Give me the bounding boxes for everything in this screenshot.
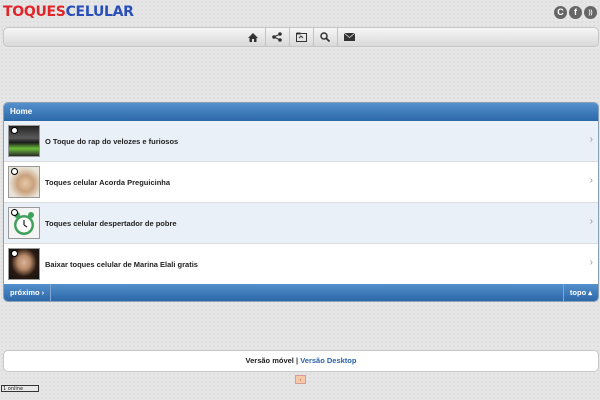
list-item[interactable]: Baixar toques celular de Marina Elali gr…	[4, 244, 598, 285]
home-button[interactable]	[242, 28, 265, 46]
top-button[interactable]: topo ▴	[562, 284, 598, 301]
list-item[interactable]: O Toque do rap do velozes e furiosos ›	[4, 121, 598, 162]
mobile-version-label: Versão móvel	[245, 356, 294, 365]
orkut-icon[interactable]: C	[554, 6, 567, 19]
social-links: C f ))	[554, 6, 597, 19]
share-button[interactable]	[264, 28, 289, 46]
home-icon	[248, 32, 258, 42]
item-thumbnail	[8, 125, 40, 157]
online-counter: 1 online	[1, 385, 39, 392]
bullet-icon	[11, 250, 18, 257]
version-separator: |	[295, 356, 299, 365]
folder-button[interactable]	[288, 28, 313, 46]
list-header: Home	[4, 103, 598, 121]
search-button[interactable]	[312, 28, 337, 46]
mail-button[interactable]	[336, 28, 361, 46]
desktop-version-link[interactable]: Versão Desktop	[300, 356, 356, 365]
bullet-icon	[11, 127, 18, 134]
toolbar	[3, 27, 599, 47]
bullet-icon	[11, 168, 18, 175]
version-bar: Versão móvel | Versão Desktop	[3, 350, 599, 372]
item-thumbnail	[8, 207, 40, 239]
bullet-icon	[11, 209, 18, 216]
chevron-right-icon: ›	[589, 257, 593, 268]
mail-icon	[343, 33, 355, 41]
chevron-right-icon: ›	[589, 216, 593, 227]
list-footer: próximo › topo ▴	[4, 284, 598, 301]
item-thumbnail	[8, 248, 40, 280]
rss-icon[interactable]: ))	[584, 6, 597, 19]
folder-icon	[295, 32, 307, 42]
facebook-icon[interactable]: f	[569, 6, 582, 19]
chevron-right-icon: ›	[589, 175, 593, 186]
list-item[interactable]: Toques celular despertador de pobre ›	[4, 203, 598, 244]
ringtone-list: Home O Toque do rap do velozes e furioso…	[3, 102, 599, 302]
item-thumbnail	[8, 166, 40, 198]
small-badge-icon[interactable]: ▪	[295, 375, 306, 384]
next-button[interactable]: próximo ›	[4, 284, 52, 301]
list-item[interactable]: Toques celular Acorda Preguicinha ›	[4, 162, 598, 203]
site-logo[interactable]: TOQUESCELULAR	[3, 3, 134, 21]
search-icon	[320, 32, 330, 42]
chevron-right-icon: ›	[589, 134, 593, 145]
share-icon	[272, 32, 282, 42]
